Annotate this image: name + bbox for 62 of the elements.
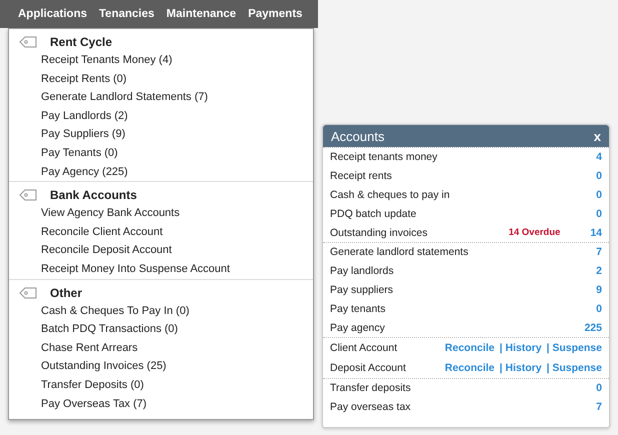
menu-item[interactable]: Batch PDQ Transactions (0) (9, 320, 313, 339)
tag-icon (19, 286, 37, 299)
menu-item[interactable]: Pay Suppliers (9) (9, 125, 313, 144)
count-link[interactable]: 7 (596, 246, 602, 258)
row-label: Pay tenants (330, 302, 386, 315)
menu-bar-item[interactable]: Applications (12, 8, 94, 20)
row-label: Pay suppliers (330, 284, 394, 296)
count-link[interactable]: 14 (590, 226, 602, 239)
group-heading: Other (50, 286, 82, 300)
menu-item[interactable]: Cash & Cheques To Pay In (0) (9, 302, 313, 320)
row-label: Receipt tenants money (330, 151, 438, 164)
menu-item[interactable]: Receipt Money Into Suspense Account (9, 260, 313, 279)
count-link[interactable]: 2 (596, 265, 602, 278)
tag-icon (19, 189, 37, 202)
menu-item[interactable]: Reconcile Client Account (9, 222, 313, 242)
row-label: PDQ batch update (330, 208, 418, 220)
count-link[interactable]: 0 (596, 208, 602, 220)
row-label: Deposit Account (330, 362, 407, 374)
action-link[interactable]: | Suspense (546, 342, 602, 354)
menu-item[interactable]: Receipt Tenants Money (4) (9, 51, 313, 70)
row-label: Cash & cheques to pay in (330, 188, 451, 201)
close-button[interactable]: x (594, 128, 601, 144)
menu-item[interactable]: Transfer Deposits (0) (9, 376, 313, 394)
menu-item[interactable]: Pay Landlords (2) (9, 106, 313, 126)
action-link[interactable]: Reconcile (444, 342, 494, 354)
menu-item[interactable]: Pay Tenants (0) (9, 144, 313, 163)
menu-bar-item[interactable]: Tenancies (93, 8, 160, 20)
action-link[interactable]: Reconcile (444, 362, 494, 374)
count-link[interactable]: 225 (584, 322, 602, 334)
group-heading: Rent Cycle (50, 35, 112, 49)
action-link[interactable]: | Suspense (546, 362, 602, 374)
menu-item[interactable]: Generate Landlord Statements (7) (9, 88, 313, 107)
menu-item[interactable]: View Agency Bank Accounts (9, 204, 313, 223)
count-link[interactable]: 0 (596, 170, 602, 182)
menu-item[interactable]: Pay Overseas Tax (7) (9, 394, 313, 414)
action-link[interactable]: | History (500, 342, 542, 354)
row-label: Pay landlords (330, 265, 395, 278)
row-label: Generate landlord statements (330, 246, 470, 258)
menu-bar-item[interactable]: Maintenance (160, 8, 242, 20)
row-label: Client Account (330, 342, 398, 354)
count-link[interactable]: 0 (596, 188, 602, 201)
menu-item[interactable]: Outstanding Invoices (25) (9, 357, 313, 376)
panel-title: Accounts (331, 128, 384, 144)
count-link[interactable]: 0 (596, 382, 602, 394)
menu-item[interactable]: Receipt Rents (0) (9, 70, 313, 88)
menu-item[interactable]: Reconcile Deposit Account (9, 241, 313, 260)
count-link[interactable]: 4 (596, 151, 602, 164)
action-link[interactable]: | History (500, 362, 542, 374)
tag-icon (19, 36, 37, 48)
count-link[interactable]: 7 (596, 401, 602, 414)
row-label: Pay agency (330, 322, 386, 334)
row-label: Transfer deposits (330, 382, 412, 394)
menu-bar-item[interactable]: Payments (242, 8, 308, 20)
count-link[interactable]: 0 (596, 302, 602, 315)
overdue-label: 14 Overdue (508, 227, 560, 238)
menu-item[interactable]: Chase Rent Arrears (9, 338, 313, 358)
menu-item[interactable]: Pay Agency (225) (9, 162, 313, 182)
row-label: Receipt rents (330, 170, 393, 182)
count-link[interactable]: 9 (596, 284, 602, 296)
row-label: Outstanding invoices (330, 226, 428, 239)
group-heading: Bank Accounts (50, 188, 137, 202)
row-label: Pay overseas tax (330, 401, 412, 414)
